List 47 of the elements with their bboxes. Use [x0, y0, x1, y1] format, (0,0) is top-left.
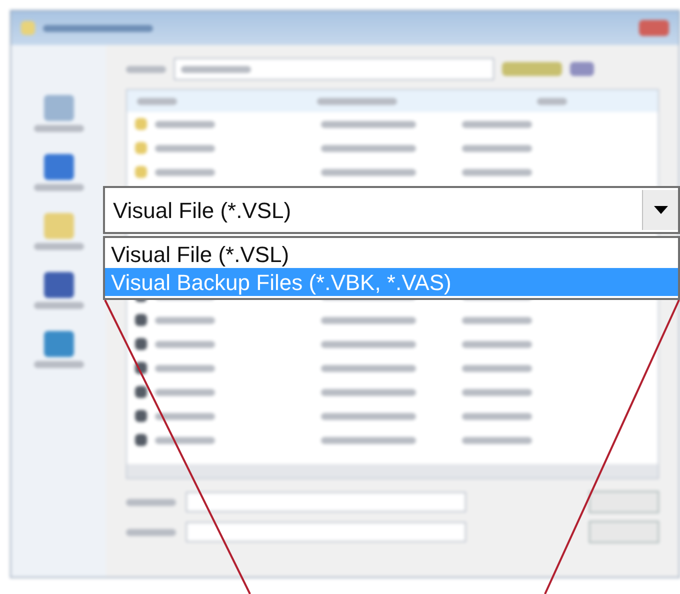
app-icon: [21, 21, 35, 35]
blurred-text: [126, 528, 176, 536]
blurred-text: [462, 168, 532, 176]
blurred-text: [34, 243, 84, 250]
toolbar-icon[interactable]: [502, 62, 562, 76]
caret-icon: [654, 206, 668, 214]
blurred-text: [462, 412, 532, 420]
dropdown-button[interactable]: [642, 190, 678, 230]
file-name-field[interactable]: [186, 492, 466, 512]
place-icon: [44, 331, 74, 357]
cancel-button[interactable]: [589, 521, 659, 543]
close-icon: [639, 20, 669, 36]
blurred-text: [155, 316, 215, 324]
blurred-text: [462, 436, 532, 444]
blurred-text: [462, 144, 532, 152]
blurred-text: [155, 436, 215, 444]
blurred-text: [155, 388, 215, 396]
blurred-text: [155, 340, 215, 348]
blurred-text: [34, 361, 84, 368]
blurred-text: [462, 388, 532, 396]
blurred-text: [155, 120, 215, 128]
blurred-text: [155, 364, 215, 372]
blurred-text: [126, 66, 166, 72]
file-type-field[interactable]: [186, 522, 466, 542]
place-icon: [44, 154, 74, 180]
blurred-text: [462, 316, 532, 324]
blurred-text: [462, 364, 532, 372]
blurred-text: [155, 144, 215, 152]
blurred-text: [137, 98, 177, 104]
open-button[interactable]: [589, 491, 659, 513]
look-in-field[interactable]: [174, 58, 494, 80]
blurred-text: [462, 120, 532, 128]
blurred-text: [537, 98, 567, 104]
blurred-text: [34, 184, 84, 191]
blurred-text: [34, 125, 84, 132]
place-icon: [44, 272, 74, 298]
blurred-text: [155, 168, 215, 176]
place-icon: [44, 95, 74, 121]
blurred-text: [181, 66, 251, 72]
toolbar-icon[interactable]: [570, 62, 594, 76]
file-type-dropdown[interactable]: Visual File (*.VSL): [103, 186, 680, 234]
blurred-text: [462, 340, 532, 348]
blurred-text: [34, 302, 84, 309]
blurred-text: [126, 498, 176, 506]
scroll-bar[interactable]: [127, 464, 658, 478]
blurred-text: [155, 412, 215, 420]
place-icon: [44, 213, 74, 239]
